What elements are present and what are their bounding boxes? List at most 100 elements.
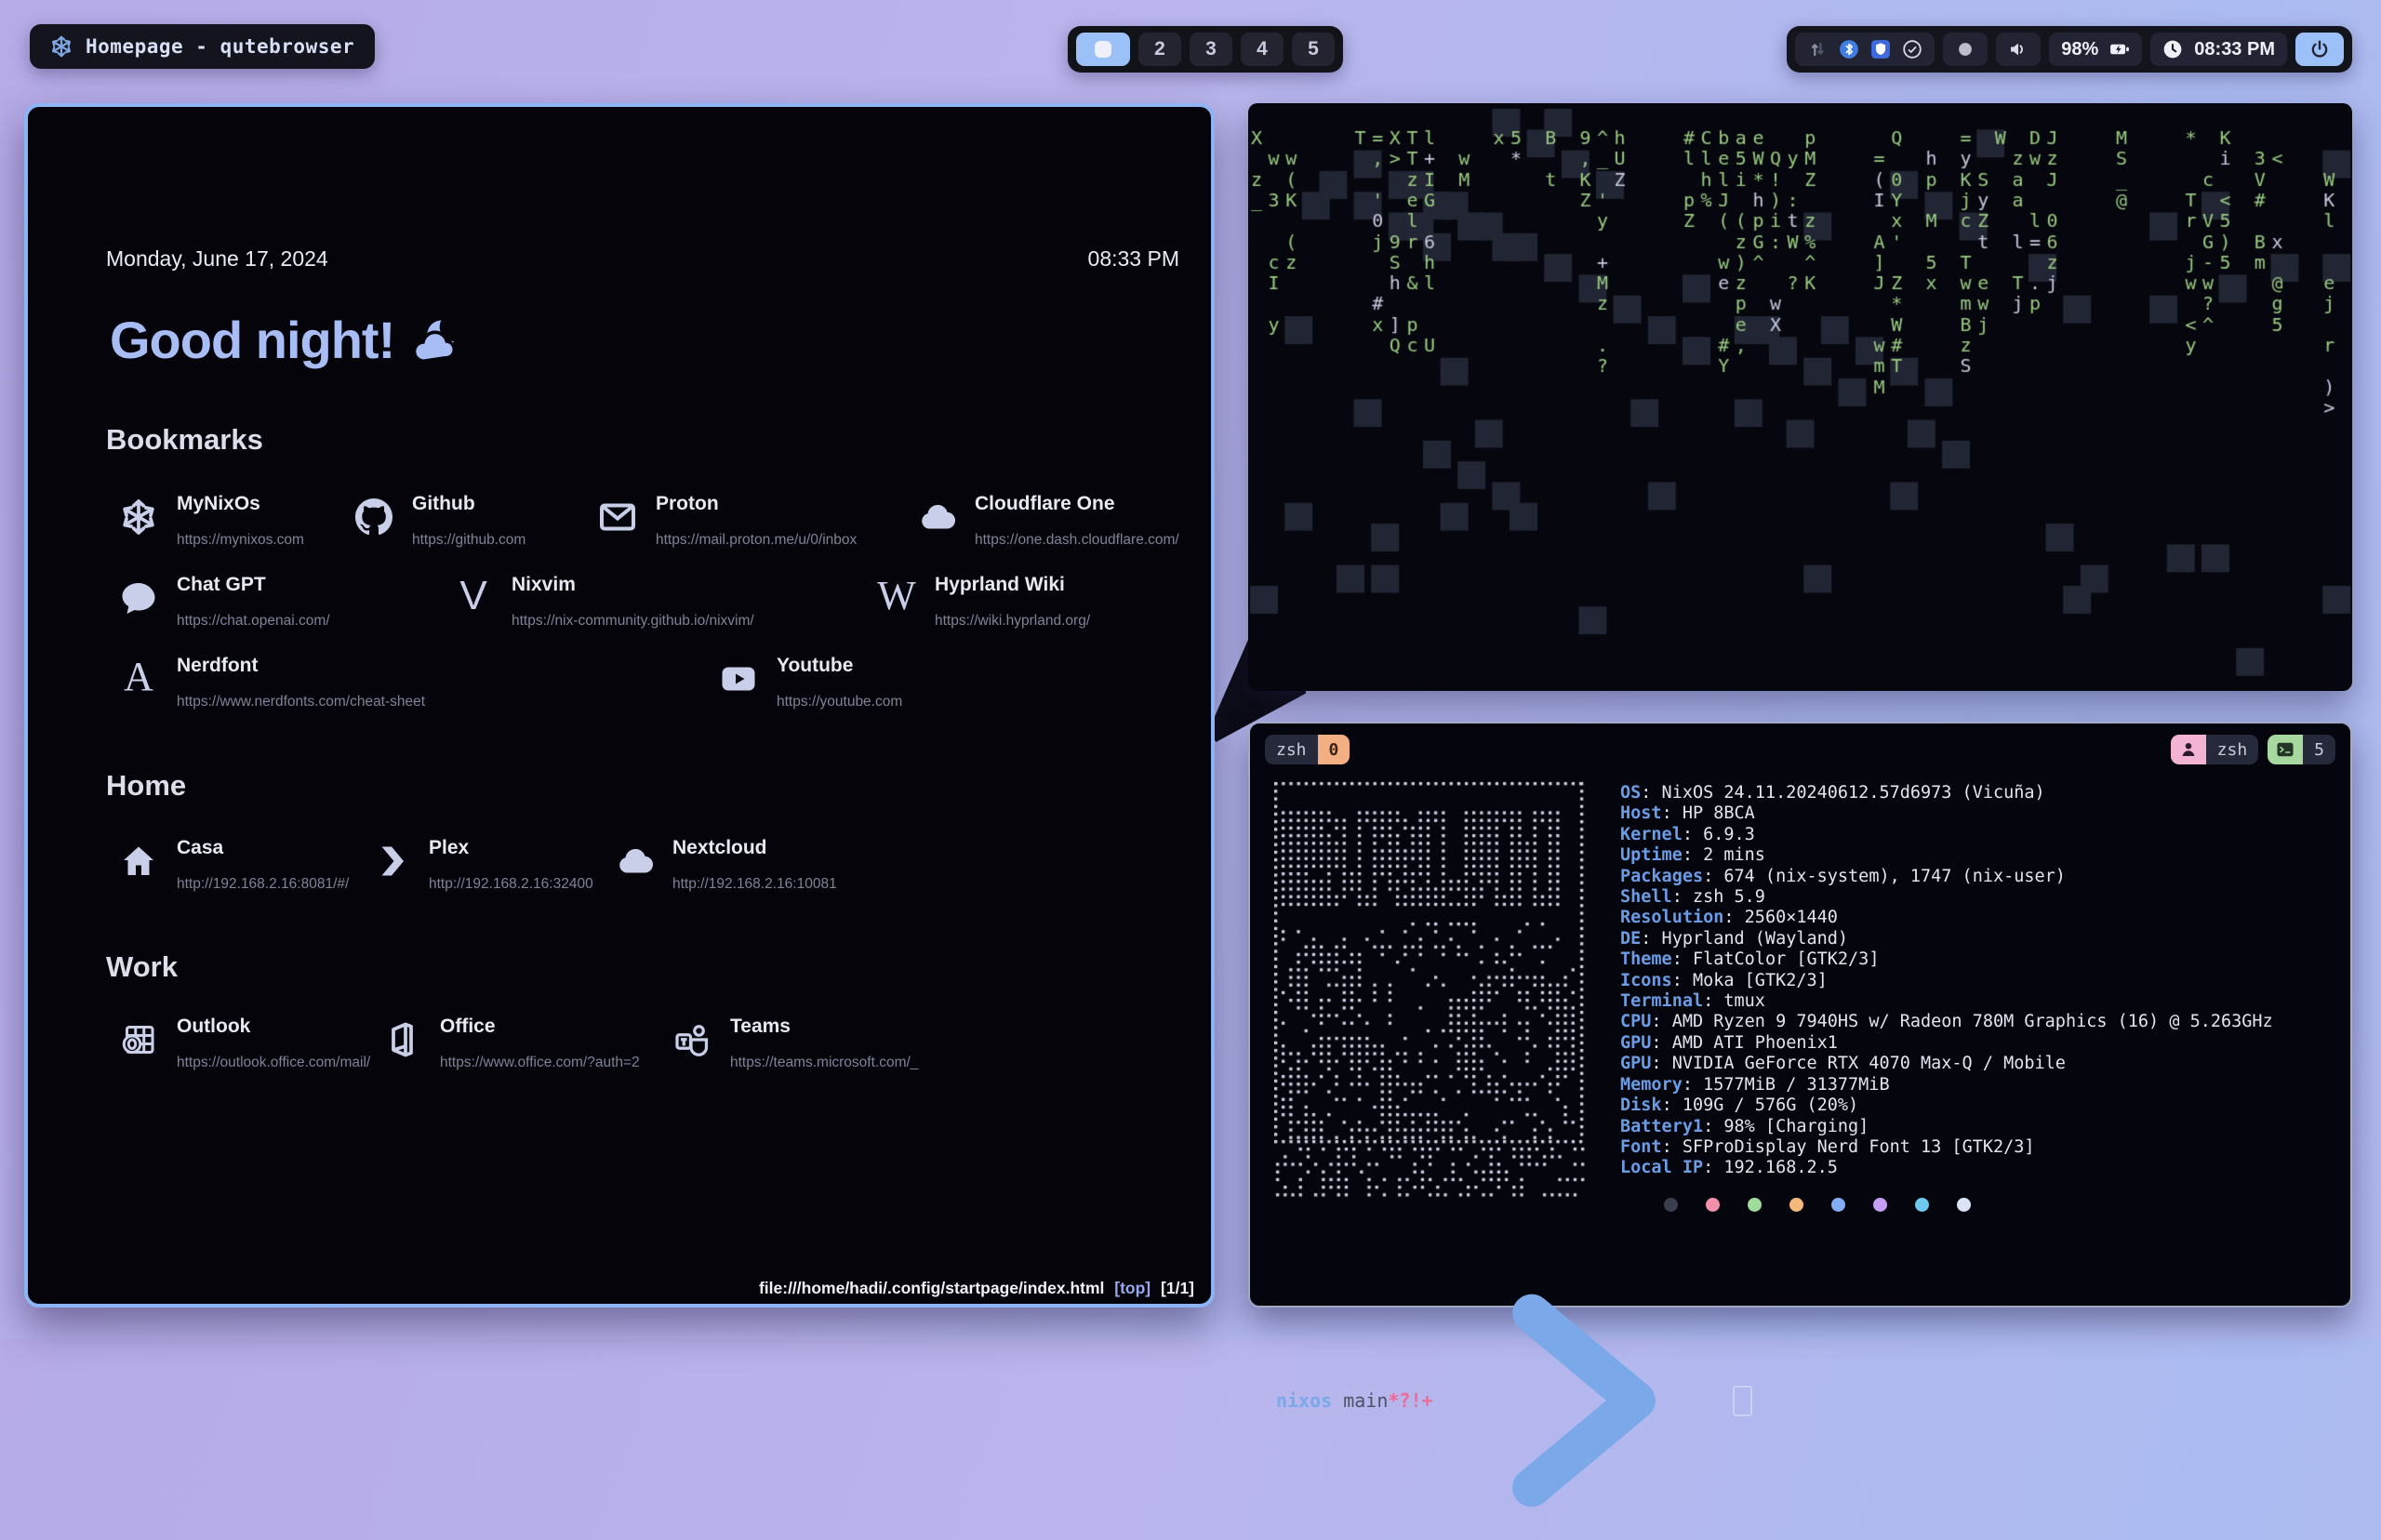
- fetch-info-line: Icons: Moka [GTK2/3]: [1620, 971, 2273, 991]
- matrix-terminal-window[interactable]: [1248, 103, 2352, 691]
- fetch-info-line: Terminal: tmux: [1620, 991, 2273, 1012]
- shield-icon: [1870, 39, 1891, 60]
- workspace-button-1[interactable]: [1076, 33, 1130, 66]
- bookmark-title: Youtube: [777, 655, 902, 677]
- workspace-button-4[interactable]: 4: [1241, 33, 1284, 66]
- tmux-session-name: zsh: [1265, 735, 1318, 764]
- palette-dot: [1915, 1198, 1929, 1212]
- outlook-icon: [120, 1021, 157, 1058]
- prompt-host: nixos: [1276, 1389, 1332, 1412]
- fetch-info-line: Font: SFProDisplay Nerd Font 13 [GTK2/3]: [1620, 1137, 2273, 1158]
- fetch-info-list: OS: NixOS 24.11.20240612.57d6973 (Vicuña…: [1620, 783, 2273, 1179]
- qutebrowser-window[interactable]: Monday, June 17, 2024 08:33 PM Good nigh…: [24, 103, 1215, 1308]
- bookmark-title: Hyprland Wiki: [935, 574, 1090, 596]
- bookmark-item-nixvim[interactable]: V Nixvim https://nix-community.github.io…: [452, 572, 754, 630]
- window-title-pill[interactable]: Homepage - qutebrowser: [30, 24, 375, 69]
- bookmark-title: Office: [440, 1016, 640, 1038]
- bookmark-item-cloudflare-one[interactable]: Cloudflare One https://one.dash.cloudfla…: [915, 491, 1179, 549]
- fetch-info-line: GPU: NVIDIA GeForce RTX 4070 Max-Q / Mob…: [1620, 1054, 2273, 1074]
- tray-battery[interactable]: 98%: [2049, 33, 2142, 66]
- terminal-color-palette: [1664, 1198, 1971, 1212]
- bookmark-title: Teams: [730, 1016, 918, 1038]
- bookmark-url: https://outlook.office.com/mail/: [177, 1055, 370, 1071]
- bookmark-url: https://www.office.com/?auth=2: [440, 1055, 640, 1071]
- system-tray: 98% 08:33 PM: [1787, 26, 2352, 73]
- battery-percent: 98%: [2061, 39, 2098, 60]
- tmux-window-index: 0: [1318, 735, 1350, 764]
- fetch-info-line: CPU: AMD Ryzen 9 7940HS w/ Radeon 780M G…: [1620, 1012, 2273, 1032]
- palette-dot: [1664, 1198, 1678, 1212]
- active-window-dot: [1095, 41, 1111, 58]
- power-icon: [2309, 39, 2330, 60]
- terminal-icon: [2268, 735, 2303, 764]
- startpage-date: Monday, June 17, 2024: [106, 246, 328, 272]
- bookmark-row: Outlook https://outlook.office.com/mail/…: [28, 1014, 1209, 1097]
- bookmark-item-nextcloud[interactable]: Nextcloud http://192.168.2.16:10081: [613, 835, 837, 893]
- workspace-switcher: 2345: [1068, 26, 1343, 73]
- bookmark-url: https://www.nerdfonts.com/cheat-sheet: [177, 694, 425, 710]
- home-icon: [120, 843, 157, 880]
- bookmark-item-office[interactable]: Office https://www.office.com/?auth=2: [380, 1014, 640, 1071]
- statusbar-tab-index: [1/1]: [1161, 1279, 1194, 1297]
- bookmark-url: https://nix-community.github.io/nixvim/: [512, 613, 754, 630]
- bookmark-item-github[interactable]: Github https://github.com: [352, 491, 525, 549]
- section-heading-bookmarks: Bookmarks: [106, 423, 263, 457]
- fetch-info-line: Resolution: 2560×1440: [1620, 908, 2273, 928]
- workspace-button-3[interactable]: 3: [1190, 33, 1232, 66]
- tray-record-indicator[interactable]: [1943, 33, 1988, 66]
- shell-prompt[interactable]: nixos main *?!+: [1276, 1261, 1752, 1540]
- bookmark-url: https://youtube.com: [777, 694, 902, 710]
- fetch-info-line: Theme: FlatColor [GTK2/3]: [1620, 949, 2273, 970]
- record-dot-icon: [1955, 39, 1975, 60]
- bookmark-url: https://teams.microsoft.com/_: [730, 1055, 918, 1071]
- tray-clock[interactable]: 08:33 PM: [2150, 33, 2287, 66]
- tmux-session-pill[interactable]: zsh 0: [1265, 735, 1350, 764]
- nix-snowflake-icon: [120, 498, 157, 536]
- mail-icon: [599, 498, 636, 536]
- fetch-info-line: Disk: 109G / 576G (20%): [1620, 1095, 2273, 1116]
- bookmark-item-outlook[interactable]: Outlook https://outlook.office.com/mail/: [117, 1014, 370, 1071]
- bookmark-item-chat-gpt[interactable]: Chat GPT https://chat.openai.com/: [117, 572, 330, 630]
- bookmark-url: https://wiki.hyprland.org/: [935, 613, 1090, 630]
- bookmark-title: Nextcloud: [672, 837, 837, 859]
- bookmark-row: Chat GPT https://chat.openai.com/V Nixvi…: [28, 572, 1209, 656]
- fetch-info-line: Battery1: 98% [Charging]: [1620, 1117, 2273, 1137]
- tmux-user: zsh: [2206, 735, 2259, 764]
- office-icon: [383, 1021, 420, 1058]
- github-icon: [355, 498, 392, 536]
- power-button[interactable]: [2295, 33, 2344, 66]
- bookmark-url: http://192.168.2.16:10081: [672, 876, 837, 893]
- bookmark-item-nerdfont[interactable]: A Nerdfont https://www.nerdfonts.com/che…: [117, 653, 425, 710]
- fetch-info-line: Memory: 1577MiB / 31377MiB: [1620, 1075, 2273, 1095]
- workspace-button-5[interactable]: 5: [1292, 33, 1335, 66]
- bookmark-item-teams[interactable]: Teams https://teams.microsoft.com/_: [671, 1014, 918, 1071]
- tmux-status-right: zsh 5: [2171, 735, 2335, 764]
- fetch-ascii-art: [1274, 781, 1585, 1201]
- tray-volume[interactable]: [1996, 33, 2041, 66]
- bookmark-item-plex[interactable]: Plex http://192.168.2.16:32400: [369, 835, 593, 893]
- statusbar-scroll-position: [top]: [1109, 1279, 1156, 1297]
- chat-bubble-icon: [120, 579, 157, 617]
- battery-charging-icon: [2109, 39, 2130, 60]
- section-heading-home: Home: [106, 769, 186, 803]
- bookmark-item-proton[interactable]: Proton https://mail.proton.me/u/0/inbox: [596, 491, 857, 549]
- cloud-icon: [616, 843, 653, 880]
- statusbar-url: file:///home/hadi/.config/startpage/inde…: [759, 1279, 1104, 1297]
- statusbar: file:///home/hadi/.config/startpage/inde…: [759, 1279, 1194, 1298]
- bookmark-title: Proton: [656, 493, 857, 515]
- bookmark-title: Nerdfont: [177, 655, 425, 677]
- palette-dot: [1873, 1198, 1887, 1212]
- check-circle-icon: [1902, 39, 1922, 60]
- bookmark-item-casa[interactable]: Casa http://192.168.2.16:8081/#/: [117, 835, 349, 893]
- bookmark-item-youtube[interactable]: Youtube https://youtube.com: [717, 653, 902, 710]
- workspace-button-2[interactable]: 2: [1138, 33, 1181, 66]
- fetch-terminal-window[interactable]: zsh 0 zsh 5 OS: NixOS 24.11.20240612.57d…: [1248, 722, 2352, 1308]
- bookmark-item-hyprland-wiki[interactable]: W Hyprland Wiki https://wiki.hyprland.or…: [875, 572, 1090, 630]
- bookmark-row: MyNixOs https://mynixos.com Github https…: [28, 491, 1209, 575]
- palette-dot: [1831, 1198, 1845, 1212]
- prompt-git-flags: *?!+: [1388, 1389, 1432, 1412]
- bookmark-item-mynixos[interactable]: MyNixOs https://mynixos.com: [117, 491, 304, 549]
- tray-status-group[interactable]: [1795, 33, 1935, 66]
- bookmark-title: MyNixOs: [177, 493, 304, 515]
- terminal-cursor: [1733, 1386, 1752, 1416]
